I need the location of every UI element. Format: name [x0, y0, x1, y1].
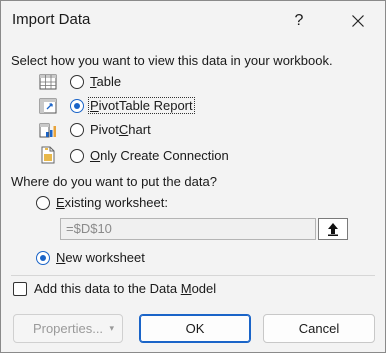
pivotchart-icon: [39, 123, 56, 138]
help-button[interactable]: ?: [284, 7, 314, 35]
collapse-dialog-button[interactable]: [318, 218, 348, 240]
table-label: Table: [90, 74, 122, 89]
option-existing-worksheet[interactable]: Existing worksheet:: [1, 192, 301, 214]
pivottable-label: PivotTable Report: [88, 97, 195, 114]
option-only-create-connection[interactable]: Only Create Connection: [1, 145, 301, 167]
dropdown-arrow-icon: ▾: [109, 323, 114, 333]
pivottable-radio[interactable]: [70, 99, 84, 113]
pivotchart-radio[interactable]: [70, 123, 84, 137]
import-data-dialog: Import Data ? Select how you want to vie…: [0, 0, 386, 353]
pivottable-icon: [39, 98, 57, 114]
pivotchart-label: PivotChart: [90, 122, 151, 137]
option-table[interactable]: Table: [1, 71, 301, 93]
divider: [11, 275, 375, 276]
upload-arrow-icon: [328, 223, 338, 236]
cell-reference-input[interactable]: =$D$10: [60, 218, 316, 240]
close-button[interactable]: [341, 7, 375, 35]
dialog-title: Import Data: [12, 11, 91, 28]
existing-worksheet-label: Existing worksheet:: [56, 195, 168, 210]
properties-button[interactable]: Properties... ▾: [13, 314, 123, 343]
data-model-checkbox[interactable]: [13, 282, 27, 296]
only-connection-label: Only Create Connection: [90, 148, 229, 163]
connection-icon: [41, 146, 55, 164]
option-pivotchart[interactable]: PivotChart: [1, 119, 301, 141]
existing-worksheet-radio[interactable]: [36, 196, 50, 210]
table-icon: [39, 74, 57, 90]
close-icon: [352, 15, 364, 27]
option-pivottable-report[interactable]: PivotTable Report: [1, 95, 301, 117]
data-model-label: Add this data to the Data Model: [34, 281, 217, 296]
properties-label: Properties...: [32, 321, 104, 336]
only-connection-radio[interactable]: [70, 149, 84, 163]
new-worksheet-radio[interactable]: [36, 251, 50, 265]
new-worksheet-label: New worksheet: [56, 250, 145, 265]
view-prompt: Select how you want to view this data in…: [11, 53, 333, 68]
title-bar: Import Data ?: [1, 1, 385, 41]
location-prompt: Where do you want to put the data?: [11, 174, 217, 189]
ok-button[interactable]: OK: [139, 314, 251, 343]
table-radio[interactable]: [70, 75, 84, 89]
option-new-worksheet[interactable]: New worksheet: [1, 247, 301, 269]
cancel-button[interactable]: Cancel: [263, 314, 375, 343]
